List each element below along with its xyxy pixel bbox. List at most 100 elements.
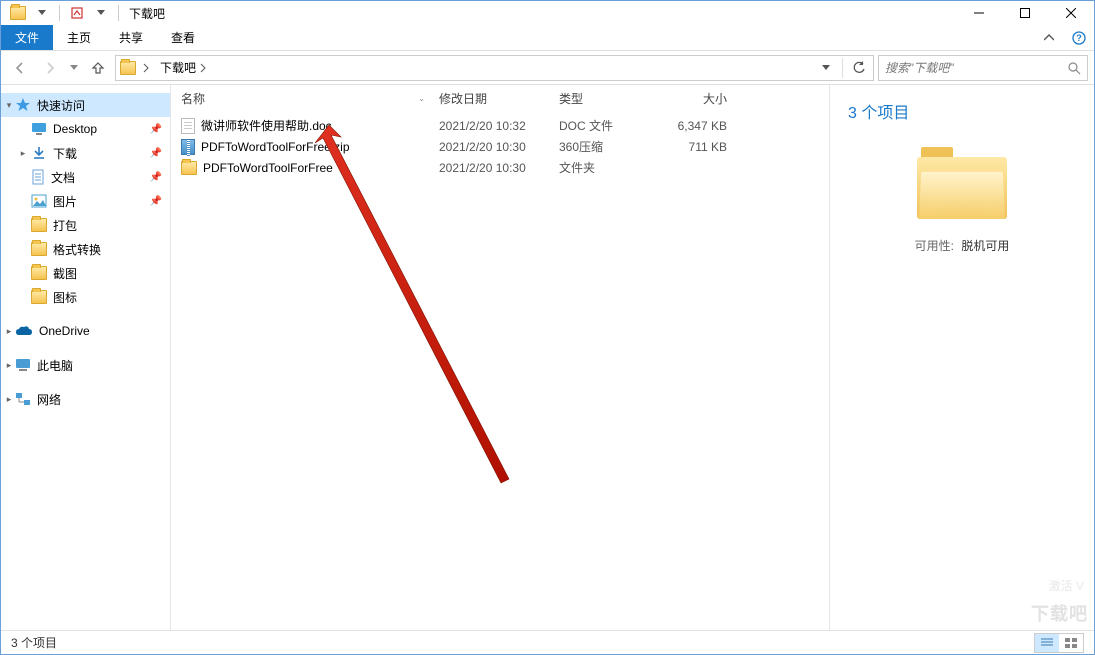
recent-dropdown-icon[interactable] (67, 55, 81, 81)
availability-row: 可用性: 脱机可用 (848, 237, 1076, 254)
app-icon (7, 2, 29, 24)
sidebar-label: 格式转换 (53, 241, 101, 258)
sidebar-label: Desktop (53, 122, 97, 136)
sidebar-network[interactable]: ▸ 网络 (1, 387, 170, 411)
chevron-down-icon[interactable]: ▾ (3, 100, 15, 111)
help-icon[interactable]: ? (1064, 25, 1094, 50)
tab-share[interactable]: 共享 (105, 25, 157, 50)
details-pane: 3 个项目 可用性: 脱机可用 (829, 85, 1094, 630)
column-date[interactable]: 修改日期 (431, 84, 551, 113)
thispc-label: 此电脑 (37, 357, 73, 374)
file-name: PDFToWordToolForFree (203, 161, 333, 175)
zip-file-icon (181, 139, 195, 155)
file-name: PDFToWordToolForFree.zip (201, 140, 350, 154)
ribbon-collapse-icon[interactable] (1034, 25, 1064, 50)
tab-home[interactable]: 主页 (53, 25, 105, 50)
file-row[interactable]: PDFToWordToolForFree 2021/2/20 10:30 文件夹 (171, 157, 829, 178)
folder-icon (31, 266, 47, 280)
refresh-button[interactable] (847, 56, 871, 80)
breadcrumb-text: 下载吧 (160, 59, 196, 76)
pc-icon (15, 358, 31, 372)
column-size[interactable]: 大小 (661, 84, 743, 113)
view-thumbnails-button[interactable] (1059, 634, 1083, 652)
folder-icon (31, 290, 47, 304)
sidebar-label: 截图 (53, 265, 77, 282)
file-row[interactable]: 微讲师软件使用帮助.doc 2021/2/20 10:32 DOC 文件 6,3… (171, 115, 829, 136)
search-input[interactable]: 搜索"下载吧" (878, 55, 1088, 81)
chevron-right-icon[interactable]: ▸ (3, 326, 15, 337)
navigation-pane: ▾ 快速访问 Desktop 📌 ▸ 下载 📌 文档 📌 图片 📌 打包 (1, 85, 171, 630)
qat-dropdown2-icon[interactable] (90, 2, 112, 24)
ribbon-tabs: 文件 主页 共享 查看 ? (1, 25, 1094, 51)
pin-icon: 📌 (150, 196, 162, 207)
chevron-right-icon[interactable] (138, 63, 154, 73)
minimize-button[interactable] (956, 1, 1002, 25)
sidebar-item-documents[interactable]: 文档 📌 (1, 165, 170, 189)
sidebar-item-folder[interactable]: 截图 (1, 261, 170, 285)
file-type: DOC 文件 (551, 117, 661, 134)
sidebar-thispc[interactable]: ▸ 此电脑 (1, 353, 170, 377)
window-title: 下载吧 (123, 5, 165, 22)
column-headers: 名称⌄ 修改日期 类型 大小 (171, 85, 829, 115)
availability-label: 可用性: (915, 239, 954, 253)
file-name: 微讲师软件使用帮助.doc (201, 117, 332, 134)
details-title: 3 个项目 (848, 99, 1076, 123)
file-size: 6,347 KB (661, 119, 743, 133)
sidebar-item-folder[interactable]: 打包 (1, 213, 170, 237)
search-icon (1067, 61, 1081, 75)
chevron-right-icon (200, 63, 206, 73)
close-button[interactable] (1048, 1, 1094, 25)
status-bar: 3 个项目 (1, 630, 1094, 654)
quick-access-label: 快速访问 (37, 97, 85, 114)
pin-icon: 📌 (150, 148, 162, 159)
download-icon (31, 145, 47, 161)
file-type: 360压缩 (551, 138, 661, 155)
maximize-button[interactable] (1002, 1, 1048, 25)
sidebar-item-downloads[interactable]: ▸ 下载 📌 (1, 141, 170, 165)
up-button[interactable] (85, 55, 111, 81)
status-text: 3 个项目 (11, 634, 57, 651)
sidebar-item-desktop[interactable]: Desktop 📌 (1, 117, 170, 141)
view-details-button[interactable] (1035, 634, 1059, 652)
sidebar-quick-access[interactable]: ▾ 快速访问 (1, 93, 170, 117)
search-placeholder: 搜索"下载吧" (885, 59, 1067, 76)
file-list-pane: 名称⌄ 修改日期 类型 大小 微讲师软件使用帮助.doc 2021/2/20 1… (171, 85, 829, 630)
file-date: 2021/2/20 10:32 (431, 119, 551, 133)
file-row[interactable]: PDFToWordToolForFree.zip 2021/2/20 10:30… (171, 136, 829, 157)
pin-icon: 📌 (150, 172, 162, 183)
forward-button[interactable] (37, 55, 63, 81)
onedrive-icon (15, 325, 33, 337)
onedrive-label: OneDrive (39, 324, 90, 338)
qat-properties-icon[interactable] (66, 2, 88, 24)
sidebar-onedrive[interactable]: ▸ OneDrive (1, 319, 170, 343)
column-name[interactable]: 名称⌄ (171, 84, 431, 113)
sidebar-label: 打包 (53, 217, 77, 234)
sidebar-item-folder[interactable]: 图标 (1, 285, 170, 309)
sidebar-item-pictures[interactable]: 图片 📌 (1, 189, 170, 213)
qat-dropdown-icon[interactable] (31, 2, 53, 24)
back-button[interactable] (7, 55, 33, 81)
sidebar-item-folder[interactable]: 格式转换 (1, 237, 170, 261)
chevron-right-icon[interactable]: ▸ (17, 148, 29, 159)
tab-file[interactable]: 文件 (1, 25, 53, 50)
column-type[interactable]: 类型 (551, 84, 661, 113)
tab-view[interactable]: 查看 (157, 25, 209, 50)
folder-preview-icon (917, 147, 1007, 219)
sidebar-label: 图标 (53, 289, 77, 306)
network-label: 网络 (37, 391, 61, 408)
view-toggle (1034, 633, 1084, 653)
address-dropdown-icon[interactable] (814, 56, 838, 80)
file-date: 2021/2/20 10:30 (431, 140, 551, 154)
address-bar[interactable]: 下载吧 (115, 55, 874, 81)
folder-icon (31, 218, 47, 232)
sidebar-label: 图片 (53, 193, 77, 210)
breadcrumb-segment[interactable]: 下载吧 (154, 59, 212, 76)
network-icon (15, 392, 31, 406)
chevron-right-icon[interactable]: ▸ (3, 360, 15, 371)
picture-icon (31, 194, 47, 208)
folder-icon (181, 161, 197, 175)
sidebar-label: 文档 (51, 169, 75, 186)
file-size: 711 KB (661, 140, 743, 154)
pin-icon: 📌 (150, 124, 162, 135)
chevron-right-icon[interactable]: ▸ (3, 394, 15, 405)
